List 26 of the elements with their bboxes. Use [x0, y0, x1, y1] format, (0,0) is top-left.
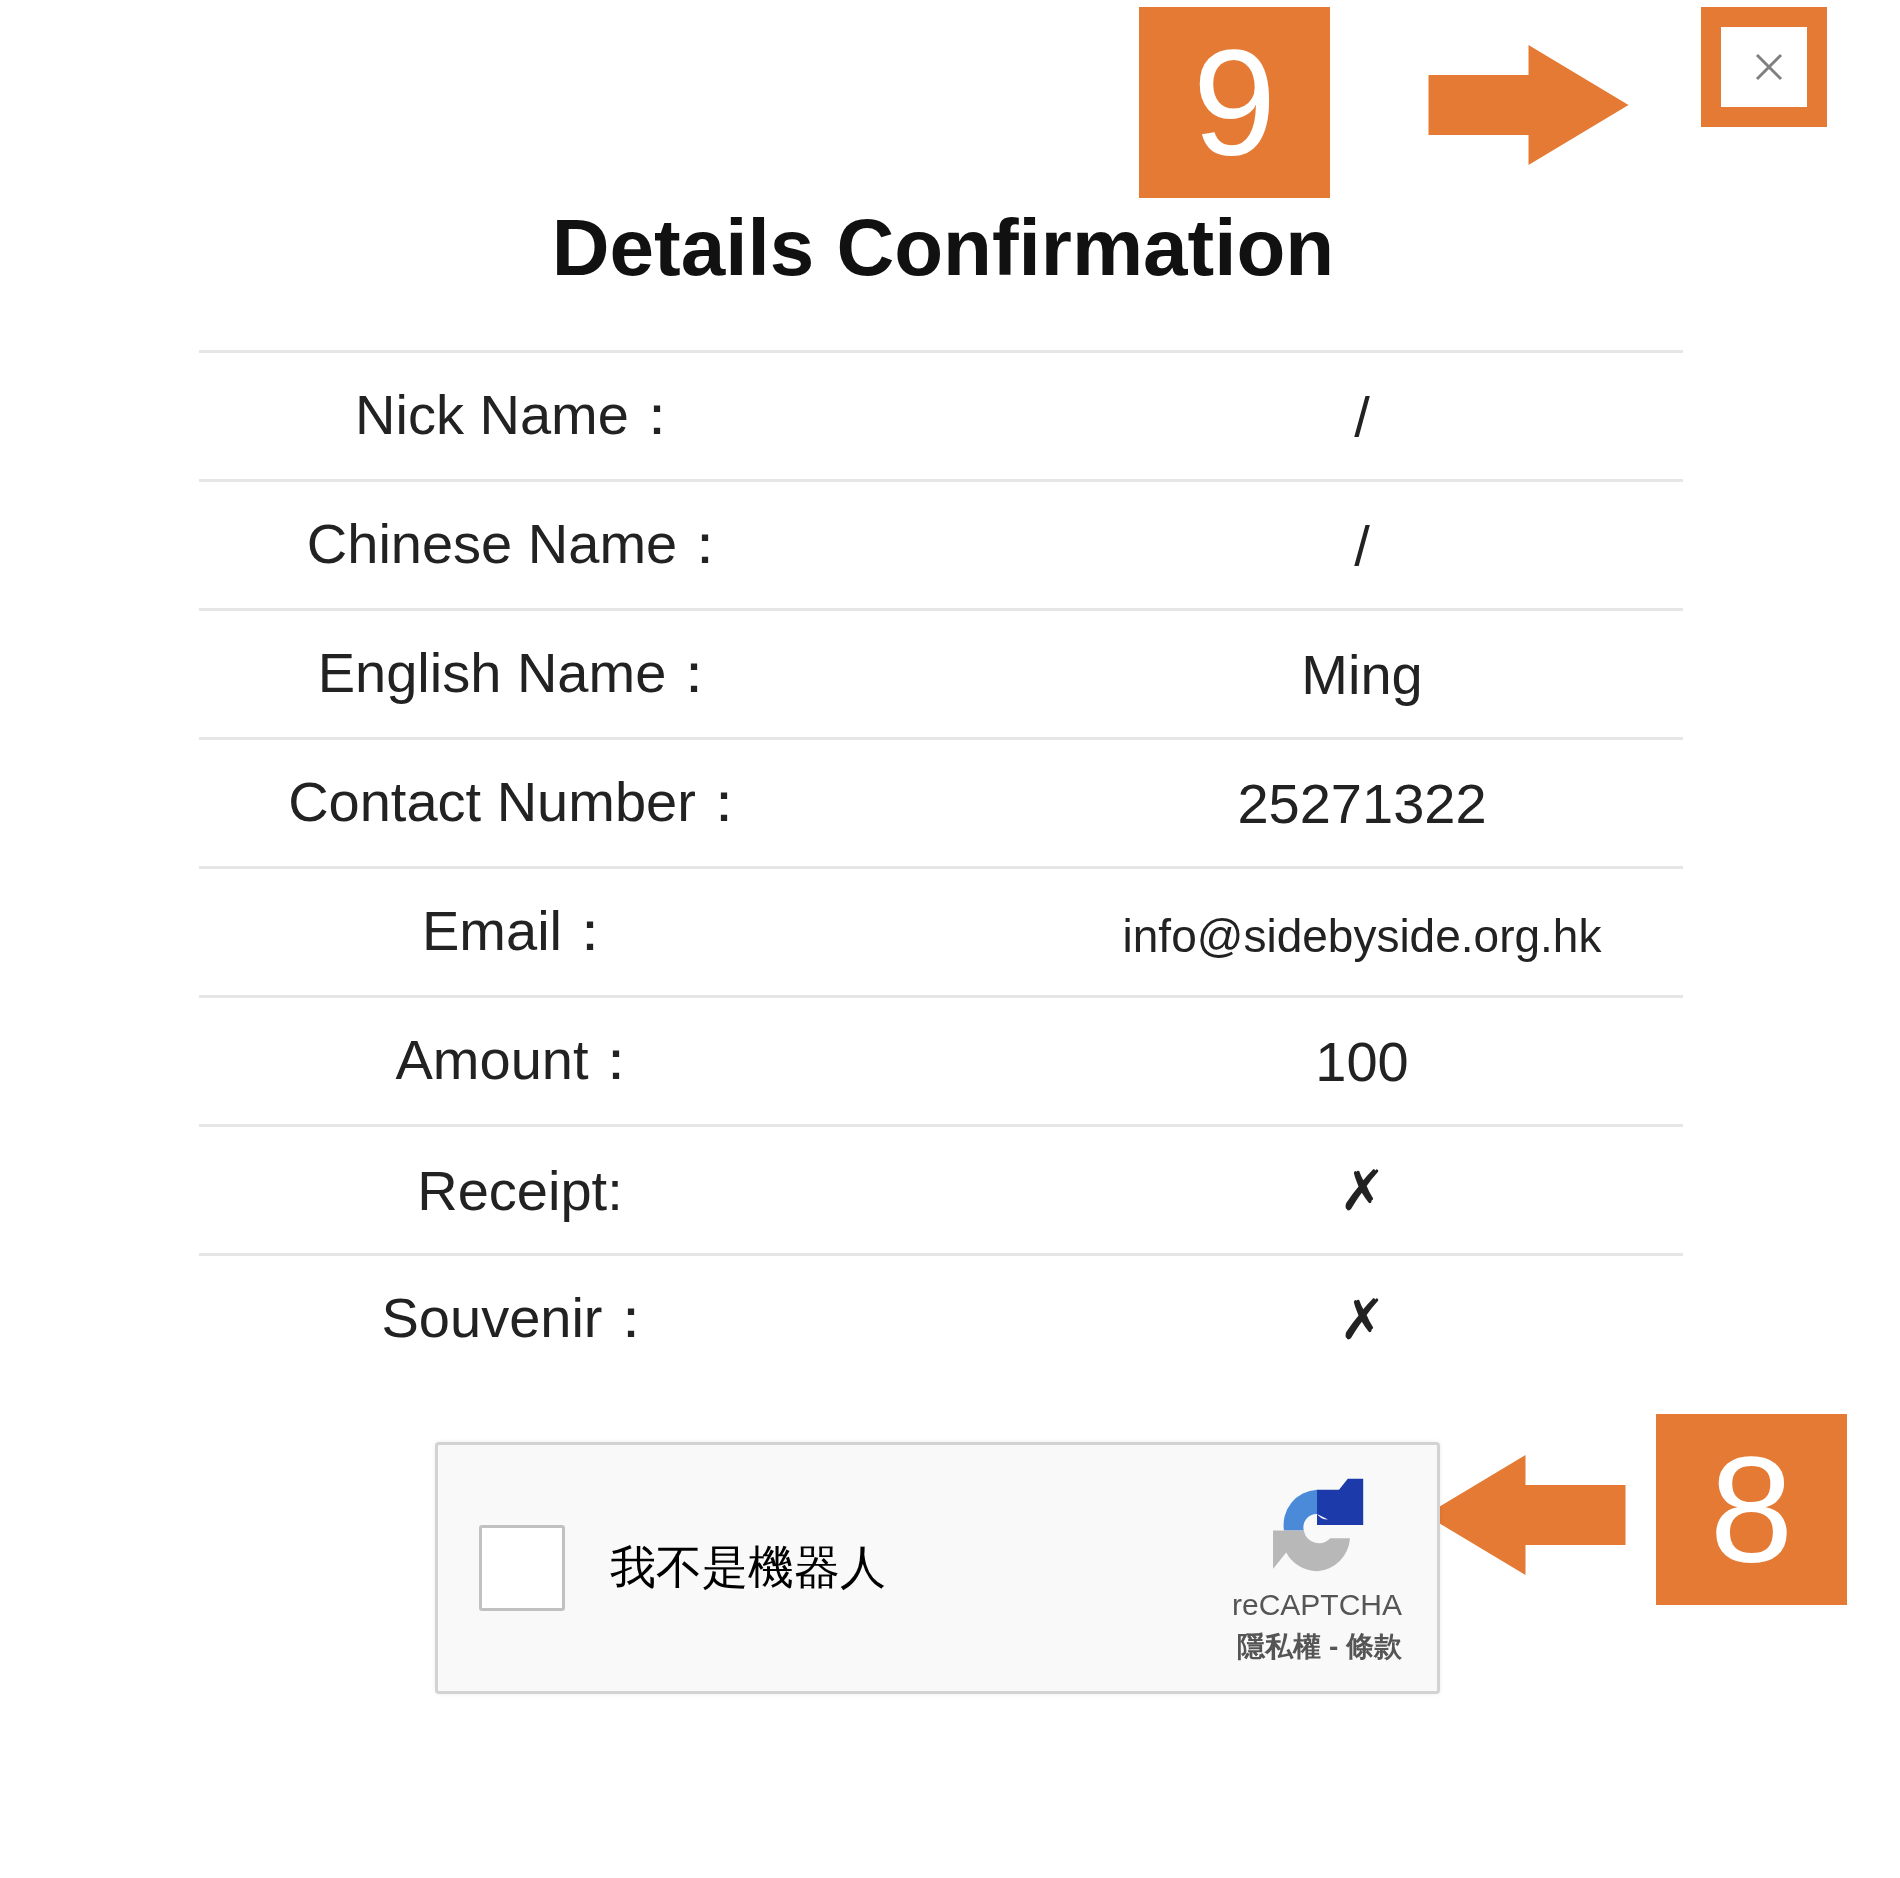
dialog-title: Details Confirmation [551, 202, 1335, 294]
field-label: Email： [422, 899, 618, 962]
field-label: Contact Number： [288, 770, 752, 833]
step-badge: 9 [1139, 7, 1330, 198]
privacy-terms-link[interactable]: 隱私權 - 條款 [1237, 1628, 1402, 1666]
field-value: Ming [1301, 642, 1423, 706]
field-label: English Name： [317, 641, 723, 704]
field-label: Amount： [395, 1028, 645, 1091]
checkbox-label: 我不是機器人 [610, 1540, 886, 1595]
field-value: / [1354, 513, 1370, 577]
field-value: ✗ [1338, 1287, 1386, 1351]
field-value: info@sidebyside.org.hk [1122, 909, 1602, 962]
field-value: / [1354, 384, 1370, 448]
recaptcha-brand: reCAPTCHA [1231, 1588, 1402, 1622]
field-label: Chinese Name： [306, 512, 734, 575]
field-label: Nick Name： [355, 383, 685, 446]
field-value: ✗ [1338, 1158, 1386, 1222]
close-button[interactable] [1701, 7, 1827, 127]
arrow-icon [1427, 45, 1630, 165]
field-value: 100 [1315, 1029, 1409, 1093]
close-icon [1754, 52, 1784, 82]
field-label: Souvenir： [381, 1286, 659, 1349]
field-label: Receipt: [417, 1158, 623, 1222]
step-badge: 8 [1656, 1414, 1847, 1605]
checkbox[interactable] [479, 1525, 565, 1611]
field-value: 25271322 [1237, 771, 1487, 835]
